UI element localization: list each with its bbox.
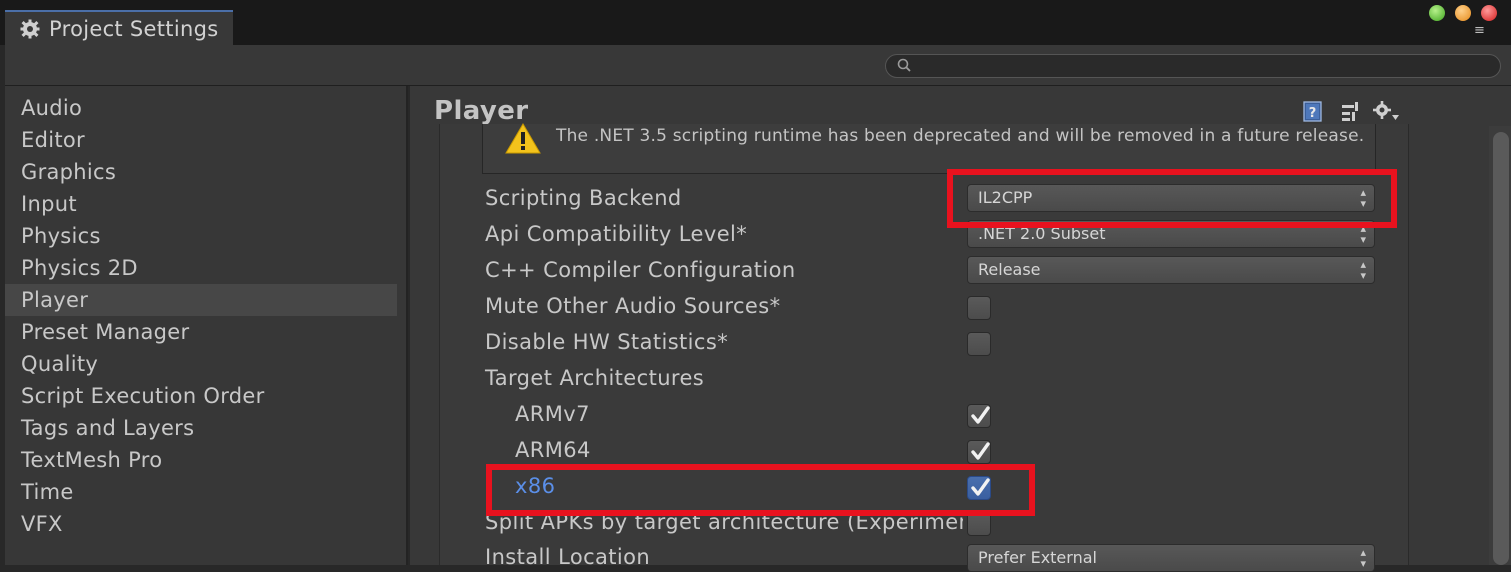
gear-icon bbox=[19, 18, 41, 40]
dropdown-arrows-icon: ▴ ▾ bbox=[1360, 546, 1366, 570]
cpp-config-value: Release bbox=[978, 260, 1041, 279]
sidebar-item-editor[interactable]: Editor bbox=[5, 124, 397, 156]
mute-audio-label: Mute Other Audio Sources* bbox=[485, 294, 781, 318]
sidebar-item-time[interactable]: Time bbox=[5, 476, 397, 508]
sidebar-item-physics-2d[interactable]: Physics 2D bbox=[5, 252, 397, 284]
sidebar-item-audio[interactable]: Audio bbox=[5, 92, 397, 124]
window-menu-icon[interactable]: ≡ bbox=[1474, 24, 1485, 37]
highlight-scripting-backend bbox=[947, 169, 1397, 228]
search-input[interactable] bbox=[885, 54, 1501, 78]
vertical-scrollbar[interactable] bbox=[1489, 126, 1511, 565]
sidebar-item-vfx[interactable]: VFX bbox=[5, 508, 397, 540]
maximize-button[interactable] bbox=[1429, 5, 1445, 21]
sidebar-item-preset-manager[interactable]: Preset Manager bbox=[5, 316, 397, 348]
api-compat-label: Api Compatibility Level* bbox=[485, 222, 748, 246]
arm64-checkbox[interactable] bbox=[967, 440, 991, 464]
deprecation-warning: The .NET 3.5 scripting runtime has been … bbox=[482, 122, 1376, 174]
disable-hw-checkbox[interactable] bbox=[967, 332, 991, 356]
checkmark-icon bbox=[971, 406, 990, 424]
install-location-value: Prefer External bbox=[978, 548, 1097, 567]
scripting-backend-label: Scripting Backend bbox=[485, 186, 682, 210]
svg-text:?: ? bbox=[1309, 106, 1317, 121]
arm64-label: ARM64 bbox=[515, 438, 591, 462]
mute-audio-checkbox[interactable] bbox=[967, 296, 991, 320]
sidebar-item-textmesh-pro[interactable]: TextMesh Pro bbox=[5, 444, 397, 476]
dropdown-arrows-icon: ▴ ▾ bbox=[1360, 258, 1366, 282]
target-arch-label: Target Architectures bbox=[485, 366, 705, 390]
cpp-config-label: C++ Compiler Configuration bbox=[485, 258, 796, 282]
settings-sidebar: Audio Editor Graphics Input Physics Phys… bbox=[5, 86, 408, 565]
scrollbar-thumb[interactable] bbox=[1493, 132, 1509, 565]
sidebar-item-tags-and-layers[interactable]: Tags and Layers bbox=[5, 412, 397, 444]
close-button[interactable] bbox=[1481, 5, 1497, 21]
warning-icon bbox=[504, 122, 542, 160]
install-location-dropdown[interactable]: Prefer External ▴ ▾ bbox=[967, 544, 1375, 572]
sidebar-item-physics[interactable]: Physics bbox=[5, 220, 397, 252]
project-settings-tab[interactable]: Project Settings bbox=[5, 10, 233, 45]
search-icon bbox=[896, 57, 914, 79]
armv7-label: ARMv7 bbox=[515, 402, 590, 426]
highlight-x86 bbox=[486, 464, 1035, 516]
cpp-config-dropdown[interactable]: Release ▴ ▾ bbox=[967, 256, 1375, 284]
gear-menu-icon[interactable] bbox=[1372, 100, 1400, 126]
preset-icon[interactable] bbox=[1340, 100, 1362, 126]
minimize-button[interactable] bbox=[1455, 5, 1471, 21]
install-location-label: Install Location bbox=[485, 545, 651, 569]
warning-text: The .NET 3.5 scripting runtime has been … bbox=[556, 126, 1365, 146]
sidebar-item-graphics[interactable]: Graphics bbox=[5, 156, 397, 188]
armv7-checkbox[interactable] bbox=[967, 404, 991, 428]
sidebar-item-quality[interactable]: Quality bbox=[5, 348, 397, 380]
sidebar-item-script-execution-order[interactable]: Script Execution Order bbox=[5, 380, 397, 412]
sidebar-item-input[interactable]: Input bbox=[5, 188, 397, 220]
title-bar: Project Settings ≡ bbox=[0, 0, 1511, 45]
sidebar-item-player[interactable]: Player bbox=[5, 284, 397, 316]
disable-hw-label: Disable HW Statistics* bbox=[485, 330, 729, 354]
window-title: Project Settings bbox=[49, 16, 219, 41]
checkmark-icon bbox=[971, 442, 990, 460]
help-icon[interactable]: ? bbox=[1302, 100, 1324, 126]
toolbar bbox=[5, 45, 1511, 86]
